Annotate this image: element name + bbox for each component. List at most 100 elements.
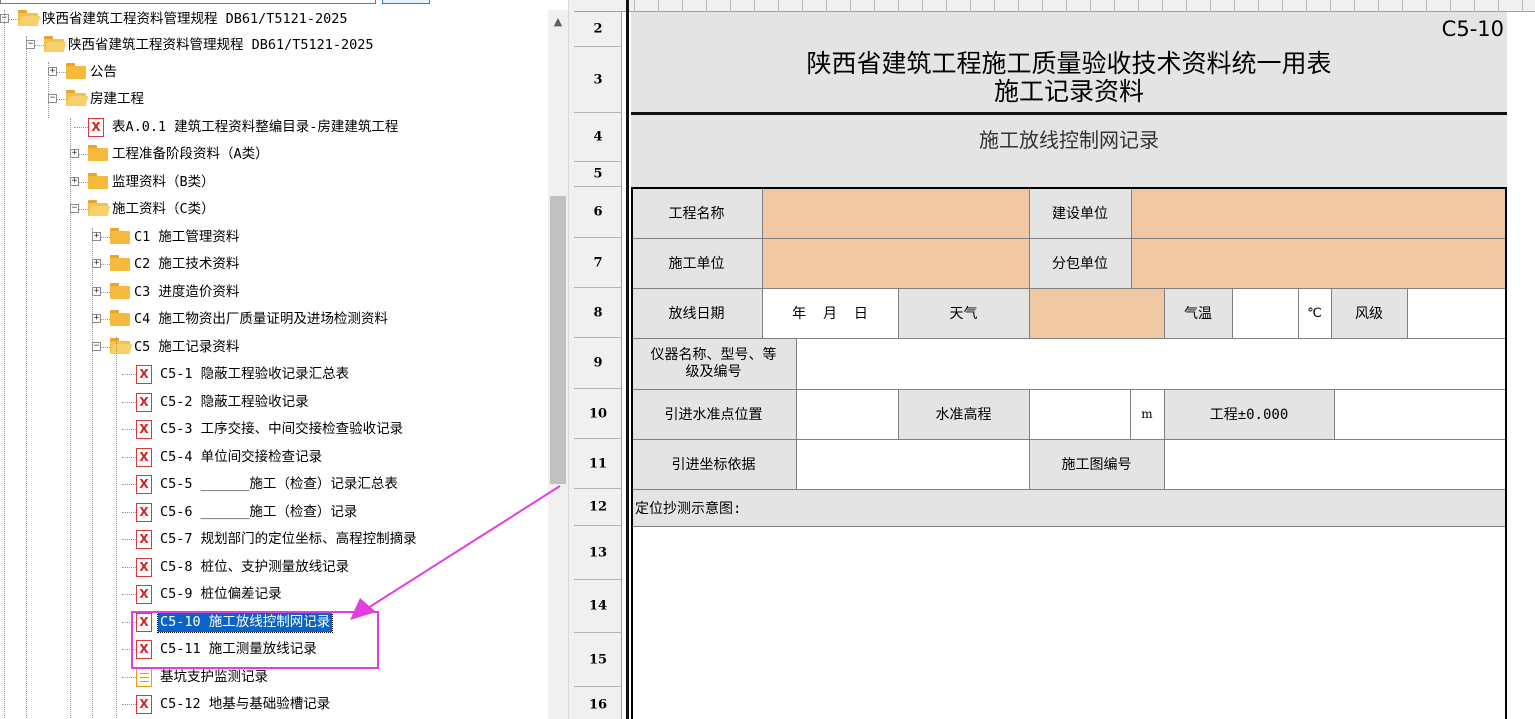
tree-item-label-selected: C5-10 施工放线控制网记录 [156,611,334,633]
row-header[interactable]: 13 [574,526,622,580]
expand-toggle[interactable]: + [92,259,101,268]
row-header[interactable]: 11 [574,439,622,489]
document-icon [136,668,152,687]
scroll-thumb[interactable] [550,196,566,484]
tree-item[interactable]: X C5-12 地基与基础验槽记录 [0,692,548,716]
row-header[interactable]: 4 [574,113,622,162]
form-title-line2: 施工记录资料 [993,77,1144,106]
input-wind[interactable] [1407,288,1507,338]
row-header[interactable]: 10 [574,389,622,439]
tree-item[interactable]: X C5-11 施工测量放线记录 [0,637,548,661]
expand-toggle[interactable]: + [70,149,79,158]
tree-item-label: C2 施工技术资料 [134,256,240,272]
input-benchmark-position[interactable] [796,389,898,439]
tree-scrollbar[interactable]: ▲ [548,10,568,719]
tree-item[interactable]: X C5-5 ______施工（检查）记录汇总表 [0,472,548,496]
tree-item[interactable]: + C3 进度造价资料 [0,280,548,304]
tree-item-label: C5-4 单位间交接检查记录 [160,449,323,465]
tree-item[interactable]: 基坑支护监测记录 [0,665,548,689]
tree-guide-line [116,337,117,719]
row-header[interactable]: 7 [574,238,622,288]
tree-item[interactable]: X C5-9 桩位偏差记录 [0,582,548,606]
collapse-toggle[interactable]: − [70,204,79,213]
row-number: 2 [593,21,603,37]
input-benchmark-elevation[interactable] [1029,389,1130,439]
tree-item-label: 公告 [90,64,117,80]
input-project-name[interactable] [762,187,1029,238]
label-project-name: 工程名称 [631,187,762,238]
row-number: 4 [593,129,603,145]
input-weather[interactable] [1029,288,1164,338]
input-date[interactable]: 年 月 日 [762,288,898,338]
input-drawing-number[interactable] [1164,439,1507,489]
input-coordinate-basis[interactable] [796,439,1029,489]
tree-item[interactable]: + C4 施工物资出厂质量证明及进场检测资料 [0,307,548,331]
row-header[interactable]: 6 [574,187,622,238]
collapse-toggle[interactable]: − [26,40,35,49]
scroll-up-icon[interactable]: ▲ [552,16,564,28]
input-construction-unit[interactable] [1131,187,1507,238]
tree-item[interactable]: X 表A.0.1 建筑工程资料整编目录-房建建筑工程 [0,115,548,139]
row-number: 16 [588,697,608,713]
tree-item[interactable]: X C5-4 单位间交接检查记录 [0,445,548,469]
expand-toggle[interactable]: + [92,314,101,323]
tree-item[interactable]: + 工程准备阶段资料（A类） [0,142,548,166]
row-number: 11 [588,456,608,471]
folder-icon [110,310,130,326]
collapse-toggle[interactable]: − [48,94,57,103]
label-builder-unit: 施工单位 [631,238,762,288]
row-header[interactable]: 15 [574,633,622,687]
expand-toggle[interactable]: + [48,67,57,76]
row-number: 9 [593,355,603,371]
tree-item[interactable]: − 施工资料（C类） [0,197,548,221]
excel-file-icon: X [136,393,152,412]
tree-item[interactable]: X C5-3 工序交接、中间交接检查验收记录 [0,417,548,441]
row-header[interactable]: 5 [574,162,622,187]
collapse-toggle[interactable]: − [92,342,101,351]
tree-item-label: C3 进度造价资料 [134,284,240,300]
tree-item[interactable]: X C5-8 桩位、支护测量放线记录 [0,555,548,579]
row-header-bar: 2 3 4 5 6 7 8 9 10 11 12 13 14 15 16 [574,12,622,719]
tree-item[interactable]: − 房建工程 [0,87,548,111]
expand-toggle[interactable]: + [70,177,79,186]
celsius-unit: ℃ [1298,288,1331,338]
tree-item-label: C1 施工管理资料 [134,229,240,245]
folder-icon [110,255,130,271]
label-date: 放线日期 [631,288,762,338]
form-code: C5-10 [1441,17,1504,41]
tree-item[interactable]: X C5-1 隐蔽工程验收记录汇总表 [0,362,548,386]
row-header[interactable]: 14 [574,580,622,633]
expand-toggle[interactable]: + [92,232,101,241]
sketch-area[interactable] [631,526,1507,719]
tree-item-label: 工程准备阶段资料（A类） [112,146,269,162]
tree-item-label: C5-8 桩位、支护测量放线记录 [160,559,350,575]
tree-item[interactable]: − 陕西省建筑工程资料管理规程 DB61/T5121-2025 [0,33,548,57]
tree-item[interactable]: + C2 施工技术资料 [0,252,548,276]
spreadsheet-view[interactable]: 2 3 4 5 6 7 8 9 10 11 12 13 14 15 16 C5-10 陕西省建筑工程施工质量… [574,0,1535,719]
tree-search-button[interactable] [382,0,430,4]
row-number: 5 [593,166,603,182]
tree-item[interactable]: + 监理资料（B类） [0,170,548,194]
tree-search-field[interactable] [0,0,376,4]
tree-item[interactable]: − 陕西省建筑工程资料管理规程 DB61/T5121-2025 [0,7,548,31]
tree-item[interactable]: + C1 施工管理资料 [0,225,548,249]
row-header[interactable]: 8 [574,288,622,338]
form-code-row[interactable] [631,12,1507,47]
input-builder-unit[interactable] [762,238,1029,288]
tree-item[interactable]: X C5-6 ______施工（检查）记录 [0,500,548,524]
tree-item[interactable]: + 公告 [0,60,548,84]
tree-item[interactable]: − C5 施工记录资料 [0,335,548,359]
tree-item[interactable]: X C5-10 施工放线控制网记录 [0,610,548,634]
tree-item[interactable]: X C5-7 规划部门的定位坐标、高程控制摘录 [0,527,548,551]
tree-item[interactable]: X C5-2 隐蔽工程验收记录 [0,390,548,414]
row-header[interactable]: 3 [574,47,622,113]
input-project-zero[interactable] [1334,389,1507,439]
row-header[interactable]: 12 [574,489,622,526]
row-header[interactable]: 16 [574,687,622,719]
input-instrument[interactable] [796,338,1507,389]
row-header[interactable]: 9 [574,338,622,389]
input-subcontract-unit[interactable] [1131,238,1507,288]
expand-toggle[interactable]: + [92,287,101,296]
row-header[interactable]: 2 [574,12,622,47]
input-temperature[interactable] [1232,288,1298,338]
